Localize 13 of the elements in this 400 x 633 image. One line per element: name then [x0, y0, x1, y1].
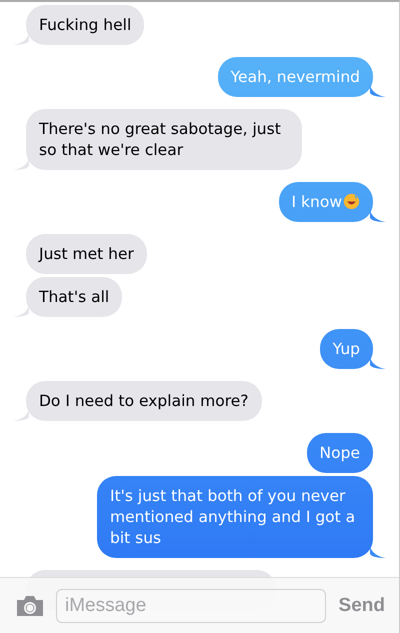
message-bubble: It's just that both of you never mentioned anything and I got a bit sus [97, 476, 373, 558]
message-bubble: Fucking hell [26, 5, 144, 45]
send-button[interactable]: Send [336, 594, 385, 616]
message-bubble: Do I need to explain more? [26, 381, 262, 421]
message-bubble: Just met her [26, 234, 147, 274]
message-bubble: There's no great sabotage, just so that we're clear [26, 109, 302, 170]
message-bubble: Yup [320, 329, 373, 369]
camera-icon[interactable] [15, 594, 45, 616]
message-bubble: Yeah, nevermind [218, 57, 373, 97]
message-bubble: Nope [306, 433, 373, 473]
message-bubble: I know [278, 182, 373, 222]
message-bubble: That's all [26, 277, 122, 317]
message-input[interactable]: iMessage [56, 588, 326, 622]
